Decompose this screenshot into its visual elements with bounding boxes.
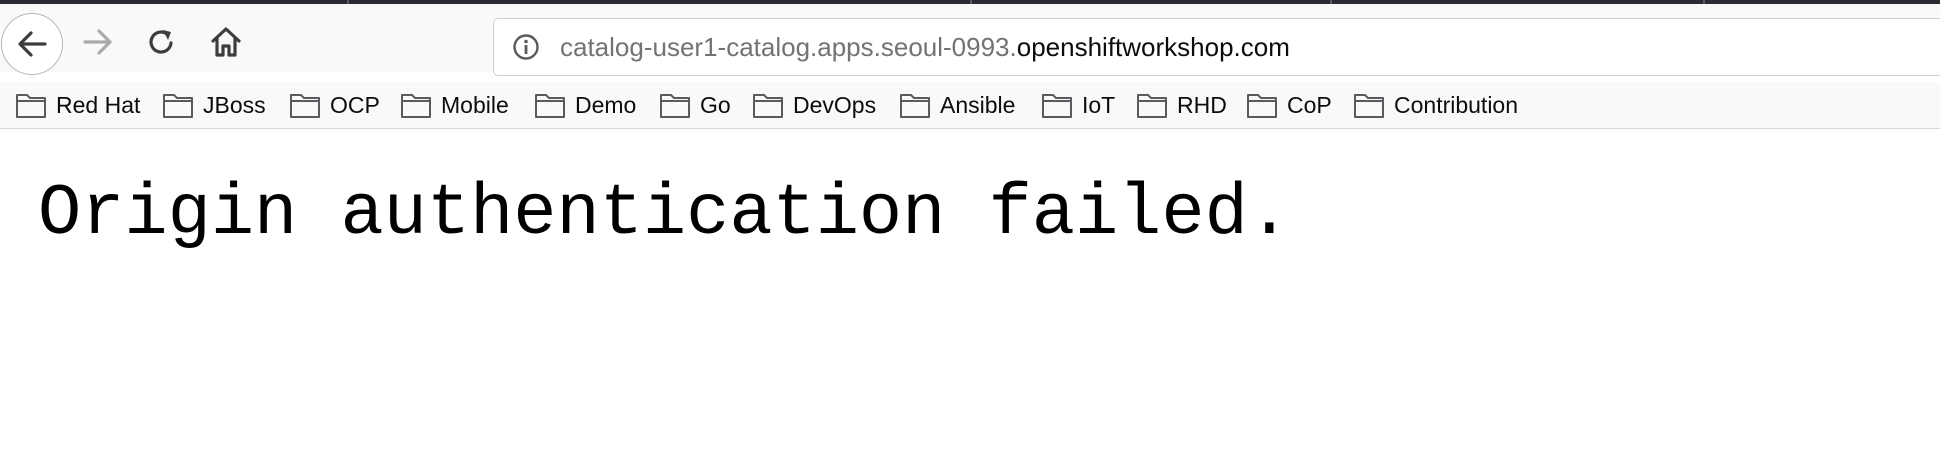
folder-icon [401,94,431,118]
folder-icon [753,94,783,118]
folder-icon [660,94,690,118]
forward-button[interactable] [68,12,128,72]
bookmark-label: IoT [1082,91,1116,118]
bookmark-label: Go [700,91,731,118]
folder-icon [1042,94,1072,118]
info-icon[interactable] [512,33,540,61]
home-button[interactable] [196,12,256,72]
bookmark-label: CoP [1287,91,1332,118]
url-domain: openshiftworkshop.com [1016,32,1290,62]
folder-icon [1247,94,1277,118]
bookmark-label: Demo [575,91,637,118]
arrow-left-icon [18,31,47,57]
bookmark-red-hat[interactable]: Red Hat [15,88,140,122]
folder-icon [290,94,320,118]
reload-button[interactable] [132,12,192,72]
bookmark-label: JBoss [203,91,266,118]
bookmark-label: Mobile [441,91,509,118]
bookmark-label: Contribution [1394,91,1519,118]
folder-icon [16,94,46,118]
bookmark-iot[interactable]: IoT [1041,88,1115,122]
error-message: Origin authentication failed. [38,173,1292,255]
bookmark-devops[interactable]: DevOps [752,88,876,122]
arrow-right-icon [83,29,112,55]
bookmark-demo[interactable]: Demo [534,88,636,122]
bookmark-contribution[interactable]: Contribution [1353,88,1518,122]
reload-icon [149,30,173,54]
address-bar[interactable]: catalog-user1-catalog.apps.seoul-0993.op… [493,18,1940,76]
navigation-toolbar: catalog-user1-catalog.apps.seoul-0993.op… [0,4,1940,76]
folder-icon [1354,94,1384,118]
bookmark-ansible[interactable]: Ansible [899,88,1015,122]
bookmark-ocp[interactable]: OCP [289,88,380,122]
bookmark-label: DevOps [793,91,877,118]
bookmark-jboss[interactable]: JBoss [162,88,266,122]
bookmark-label: Ansible [940,91,1016,118]
bookmark-rhd[interactable]: RHD [1136,88,1227,122]
folder-icon [900,94,930,118]
bookmark-cop[interactable]: CoP [1246,88,1332,122]
bookmark-label: Red Hat [56,91,141,118]
bookmark-label: OCP [330,91,380,118]
back-button[interactable] [1,13,63,75]
bookmark-label: RHD [1177,91,1227,118]
bookmarks-toolbar: Red Hat JBoss OCP Mobile Demo Go DevOps … [0,82,1940,129]
home-icon [211,27,241,57]
folder-icon [1137,94,1167,118]
bookmark-mobile[interactable]: Mobile [400,88,509,122]
folder-icon [163,94,193,118]
url-prefix: catalog-user1-catalog.apps.seoul-0993. [560,32,1017,62]
folder-icon [535,94,565,118]
url-text[interactable]: catalog-user1-catalog.apps.seoul-0993.op… [560,32,1290,62]
bookmark-go[interactable]: Go [659,88,731,122]
